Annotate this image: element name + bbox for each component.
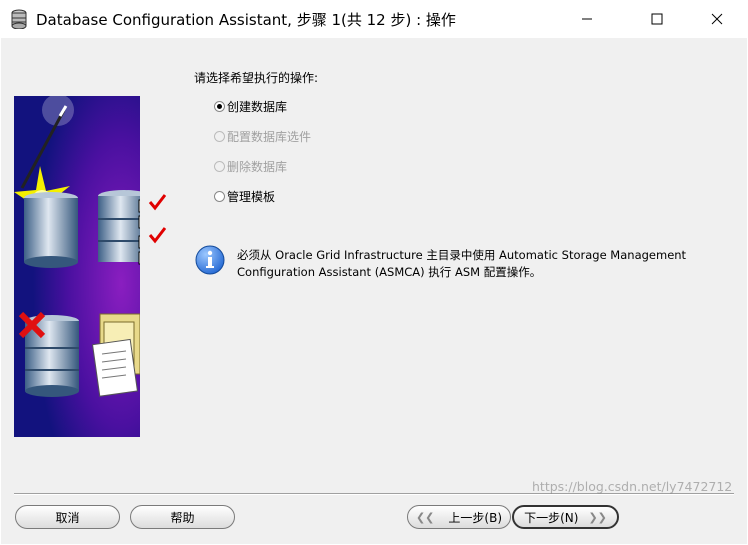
option-label: 管理模板 xyxy=(227,190,276,204)
dialog-body: 请选择希望执行的操作: 创建数据库 配置数据库选件 删除数据库 管理模板 必须从… xyxy=(1,38,747,544)
option-create-database[interactable]: 创建数据库 xyxy=(214,98,287,115)
option-delete-database: 删除数据库 xyxy=(214,158,287,175)
close-icon xyxy=(711,13,723,25)
maximize-icon xyxy=(651,13,663,25)
x-mark-icon xyxy=(18,311,46,339)
back-button-label: 上一步(B) xyxy=(448,510,503,525)
dialog-window: Database Configuration Assistant, 步骤 1(共… xyxy=(0,0,748,545)
back-button[interactable]: ❮❮ 上一步(B) xyxy=(407,505,511,529)
checkmark-icon xyxy=(148,227,166,244)
info-icon xyxy=(195,245,225,275)
chevron-left-icon: ❮❮ xyxy=(415,510,435,524)
option-label: 删除数据库 xyxy=(227,160,288,174)
app-icon xyxy=(11,9,27,29)
checkmark-icon xyxy=(148,194,166,211)
close-button[interactable] xyxy=(694,0,740,38)
next-button[interactable]: 下一步(N) ❯❯ xyxy=(512,505,619,529)
title-bar[interactable]: Database Configuration Assistant, 步骤 1(共… xyxy=(0,0,748,38)
radio-button[interactable] xyxy=(214,101,225,112)
maximize-button[interactable] xyxy=(634,0,680,38)
radio-button[interactable] xyxy=(214,191,225,202)
chevron-right-icon: ❯❯ xyxy=(588,510,607,524)
next-button-label: 下一步(N) xyxy=(524,510,579,525)
minimize-button[interactable] xyxy=(564,0,610,38)
help-button[interactable]: 帮助 xyxy=(130,505,235,529)
option-label: 创建数据库 xyxy=(227,100,288,114)
option-configure-database-options: 配置数据库选件 xyxy=(214,128,311,145)
cancel-button[interactable]: 取消 xyxy=(15,505,120,529)
radio-button xyxy=(214,161,225,172)
radio-button xyxy=(214,131,225,142)
option-label: 配置数据库选件 xyxy=(227,130,312,144)
operation-prompt: 请选择希望执行的操作: xyxy=(194,71,319,85)
window-title: Database Configuration Assistant, 步骤 1(共… xyxy=(36,11,456,29)
info-line: 必须从 Oracle Grid Infrastructure 主目录中使用 Au… xyxy=(237,248,687,262)
minimize-icon xyxy=(582,18,592,20)
watermark: https://blog.csdn.net/ly7472712 xyxy=(532,479,733,494)
option-manage-templates[interactable]: 管理模板 xyxy=(214,188,275,205)
info-message: 必须从 Oracle Grid Infrastructure 主目录中使用 Au… xyxy=(237,247,697,281)
wizard-illustration xyxy=(14,96,140,437)
info-line: Configuration Assistant (ASMCA) 执行 ASM 配… xyxy=(237,265,542,279)
